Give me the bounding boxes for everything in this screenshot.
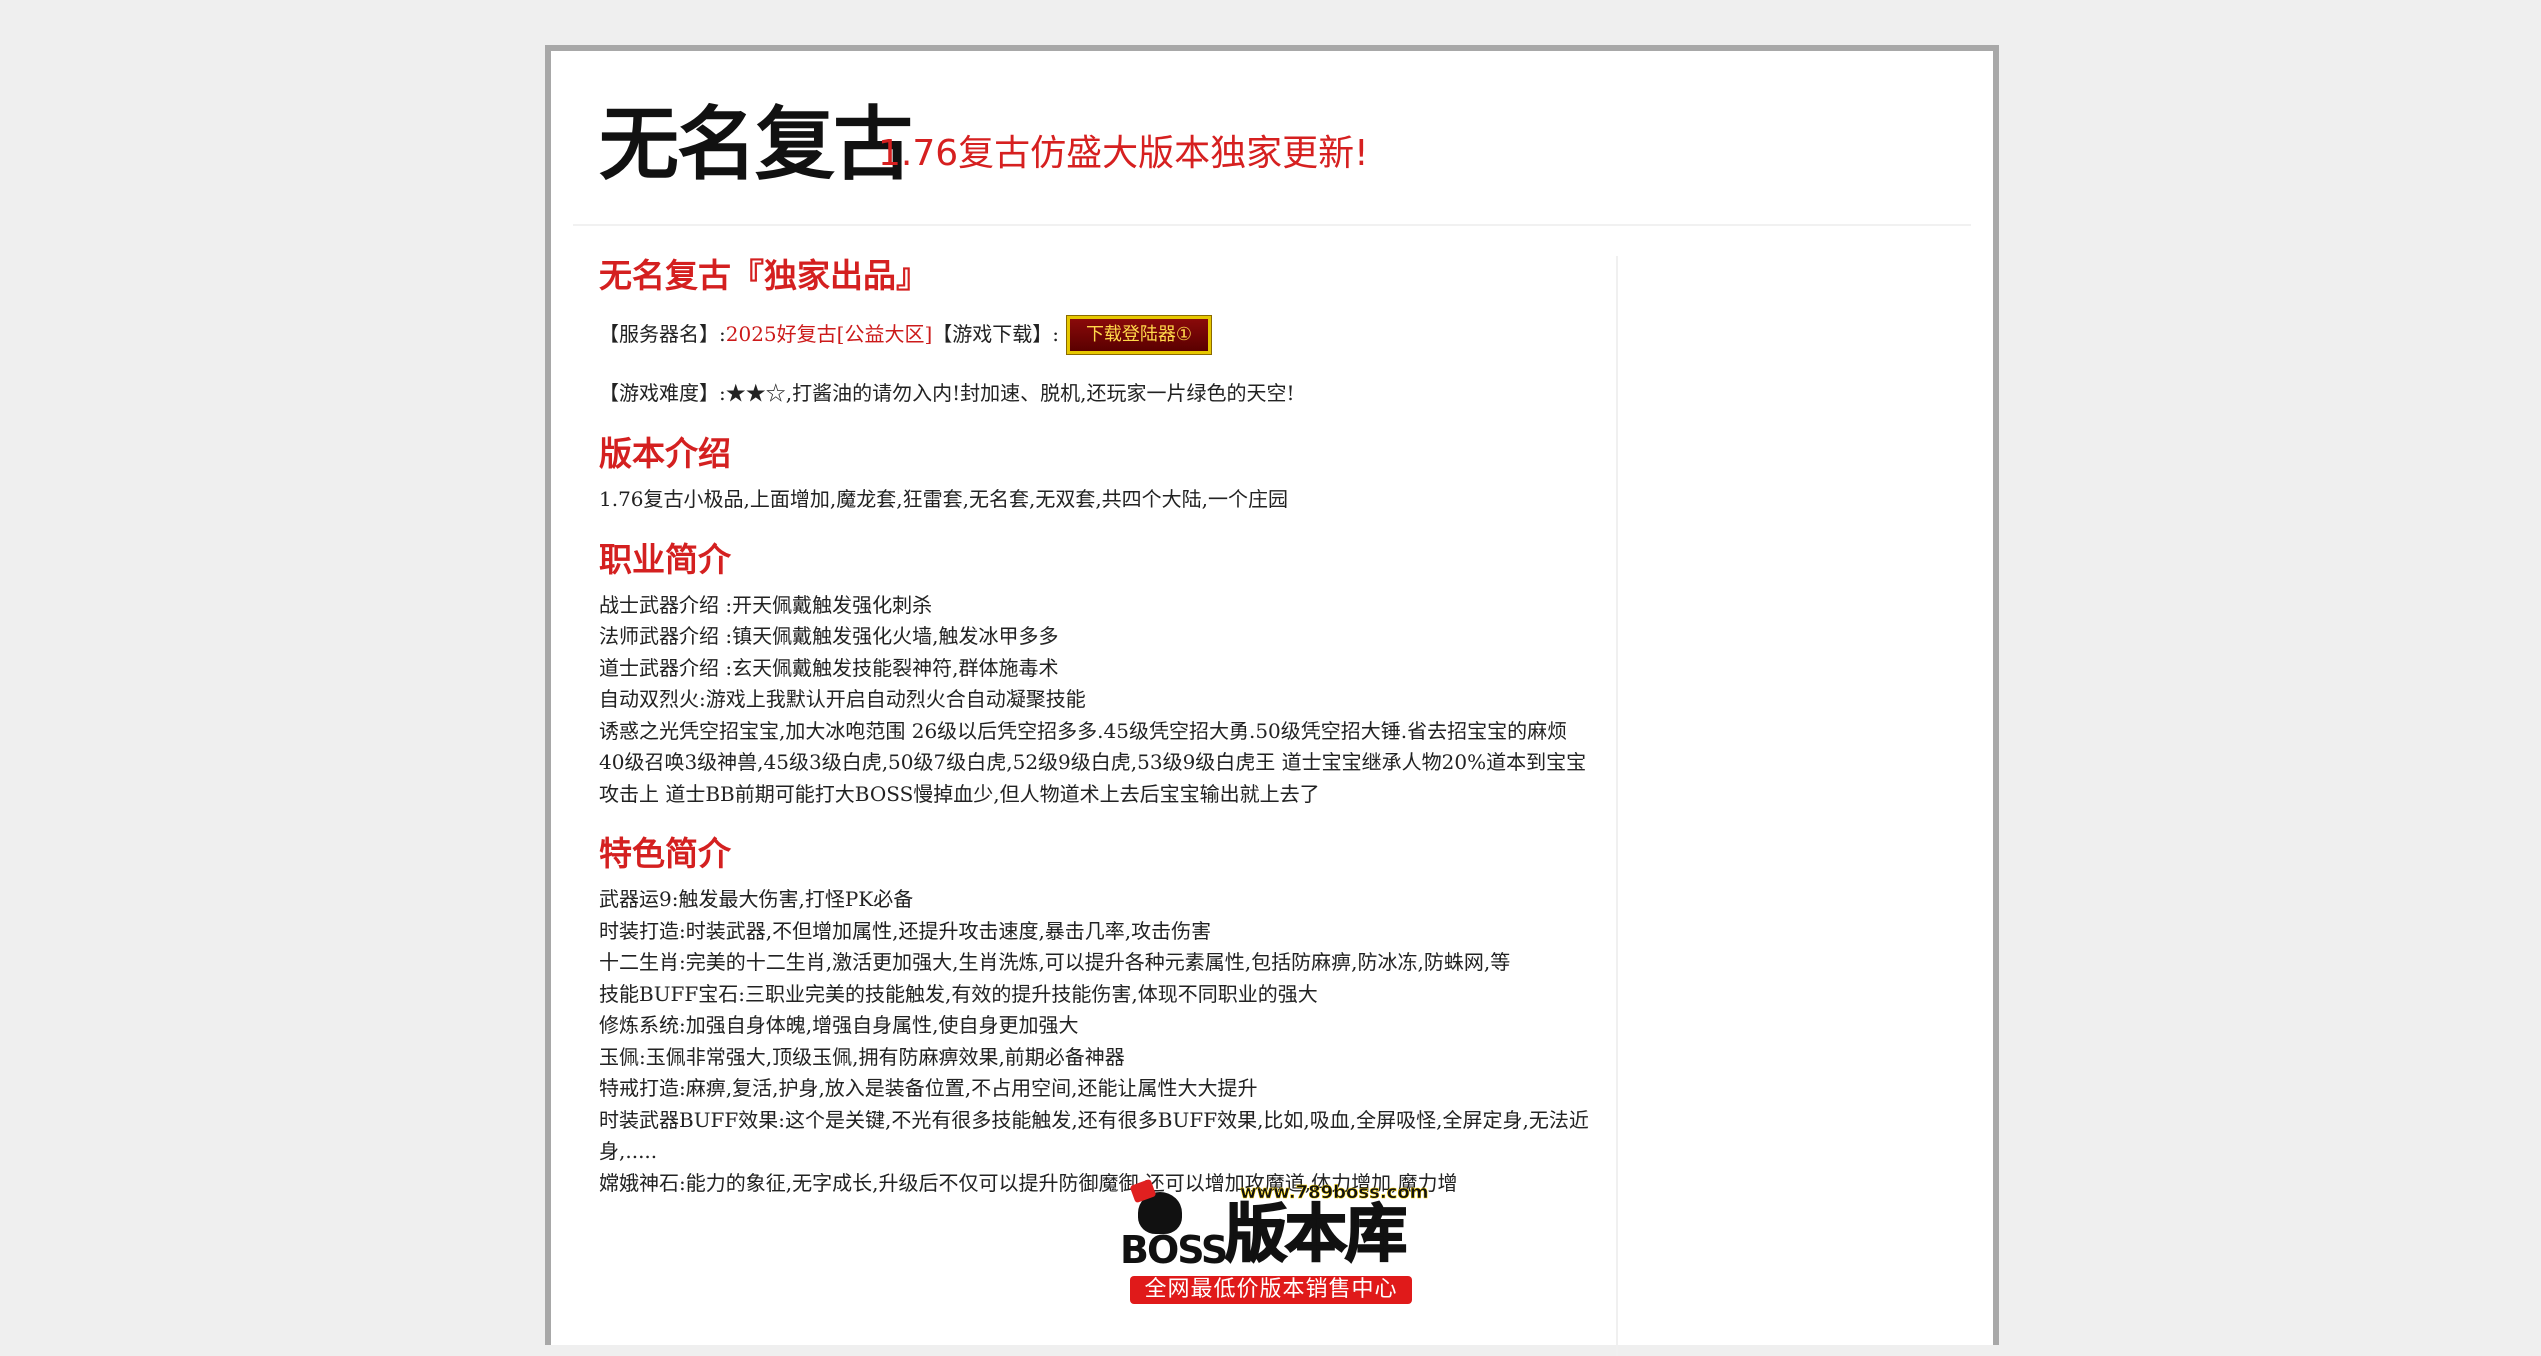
difficulty-line: 【游戏难度】:★★☆,打酱油的请勿入内!封加速、脱机,还玩家一片绿色的天空!	[599, 381, 1295, 405]
watermark-brand: BOSS	[1120, 1228, 1228, 1272]
site-title[interactable]: 无名复古	[599, 95, 913, 195]
section-line: 战士武器介绍 :开天佩戴触发强化刺杀	[599, 592, 933, 617]
section-line: 修炼系统:加强自身体魄,增强自身属性,使自身更加强大	[599, 1013, 1079, 1037]
section-line: 40级召唤3级神兽,45级3级白虎,50级7级白虎,52级9级白虎,53级9级白…	[599, 750, 1587, 806]
section-line: 自动双烈火:游戏上我默认开启自动烈火合自动凝聚技能	[599, 687, 1086, 711]
section-line: 1.76复古小极品,上面增加,魔龙套,狂雷套,无名套,无双套,共四个大陆,一个庄…	[599, 487, 1289, 511]
section-title: 版本介绍	[599, 434, 731, 473]
section-line: 法师武器介绍 :镇天佩戴触发强化火墙,触发冰甲多多	[599, 624, 1059, 648]
watermark-tagline: 全网最低价版本销售中心	[1130, 1276, 1412, 1304]
site-header: 无名复古 1.76复古仿盛大版本独家更新!	[573, 51, 1971, 226]
column-divider	[1616, 256, 1618, 1356]
watermark-logo: BOSS www.789boss.com 版本库 全网最低价版本销售中心	[1120, 1178, 1429, 1306]
section-line: 时装武器BUFF效果:这个是关键,不光有很多技能触发,还有很多BUFF效果,比如…	[599, 1107, 1589, 1164]
section-version: 版本介绍 1.76复古小极品,上面增加,魔龙套,狂雷套,无名套,无双套,共四个大…	[599, 432, 1594, 516]
article-heading: 无名复古『独家出品』	[599, 256, 929, 295]
section-line: 武器运9:触发最大伤害,打怪PK必备	[599, 887, 914, 911]
section-line: 道士武器介绍 :玄天佩戴触发技能裂神符,群体施毒术	[599, 655, 1059, 680]
section-title: 特色简介	[599, 834, 731, 873]
server-label: 【服务器名】:	[599, 322, 726, 347]
download-label: 【游戏下载】:	[932, 322, 1060, 347]
server-name: 2025好复古[公益大区]	[725, 322, 933, 347]
section-line: 嫦娥神石:能力的象征,无字成长,升级后不仅可以提升防御魔御,还可以增加攻魔道,体…	[599, 1170, 1458, 1195]
section-line: 诱惑之光凭空招宝宝,加大冰咆范围 26级以后凭空招多多.45级凭空招大勇.50级…	[599, 718, 1568, 743]
section-line: 十二生肖:完美的十二生肖,激活更加强大,生肖洗炼,可以提升各种元素属性,包括防麻…	[599, 950, 1511, 974]
section-line: 玉佩:玉佩非常强大,顶级玉佩,拥有防麻痹效果,前期必备神器	[599, 1044, 1125, 1069]
download-launcher-button[interactable]: 下载登陆器①	[1066, 315, 1213, 355]
server-info-row: 【服务器名】: 2025好复古[公益大区] 【游戏下载】: 下载登陆器①	[599, 310, 1594, 360]
section-classes: 职业简介 战士武器介绍 :开天佩戴触发强化刺杀 法师武器介绍 :镇天佩戴触发强化…	[599, 538, 1594, 811]
site-subtitle: 1.76复古仿盛大版本独家更新!	[878, 133, 1369, 174]
section-line: 时装打造:时装武器,不但增加属性,还提升攻击速度,暴击几率,攻击伤害	[599, 918, 1212, 943]
article-body: 无名复古『独家出品』 【服务器名】: 2025好复古[公益大区] 【游戏下载】:…	[599, 254, 1594, 1199]
section-title: 职业简介	[599, 539, 731, 579]
section-line: 特戒打造:麻痹,复活,护身,放入是装备位置,不占用空间,还能让属性大大提升	[599, 1076, 1258, 1100]
section-features: 特色简介 武器运9:触发最大伤害,打怪PK必备 时装打造:时装武器,不但增加属性…	[599, 832, 1594, 1199]
section-line: 技能BUFF宝石:三职业完美的技能触发,有效的提升技能伤害,体现不同职业的强大	[599, 981, 1318, 1006]
page-frame: 无名复古 1.76复古仿盛大版本独家更新! 无名复古『独家出品』 【服务器名】:…	[545, 45, 1999, 1356]
watermark-name: 版本库	[1224, 1197, 1408, 1271]
